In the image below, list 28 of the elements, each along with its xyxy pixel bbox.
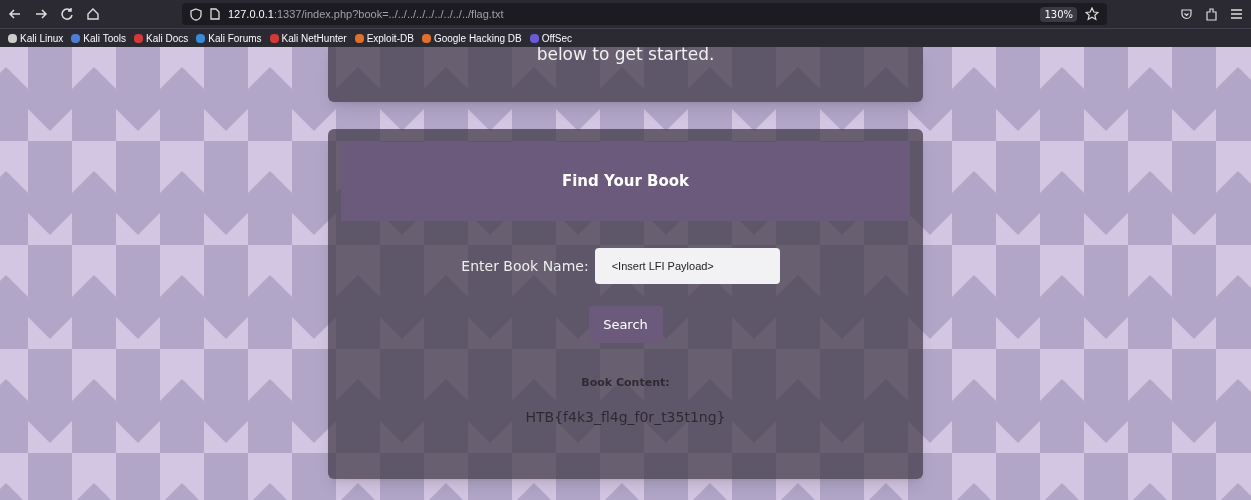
bookmark[interactable]: Kali NetHunter bbox=[269, 30, 347, 46]
bookmark[interactable]: Kali Docs bbox=[134, 30, 189, 46]
book-content: HTB{f4k3_fl4g_f0r_t35t1ng} bbox=[525, 407, 726, 427]
field-label: Enter Book Name: bbox=[461, 256, 589, 276]
book-name-input[interactable]: <Insert LFI Payload> bbox=[594, 248, 780, 284]
home-icon[interactable] bbox=[86, 7, 100, 21]
intro-text: below to get started. bbox=[536, 47, 715, 66]
address-bar[interactable]: 127.0.0.1:1337/index.php?book=../../../../../../../../../flag.txt 130% bbox=[182, 3, 1107, 25]
shield-icon bbox=[190, 7, 202, 21]
star-icon[interactable] bbox=[1085, 7, 1099, 21]
extensions-icon[interactable] bbox=[1205, 7, 1218, 21]
page-icon bbox=[210, 8, 220, 20]
bookmark[interactable]: Exploit-DB bbox=[354, 30, 414, 46]
forward-icon[interactable] bbox=[34, 7, 48, 21]
bookmark[interactable]: Kali Linux bbox=[8, 30, 64, 46]
bookmark[interactable]: OffSec bbox=[529, 30, 573, 46]
zoom-level[interactable]: 130% bbox=[1040, 6, 1077, 22]
bookmark[interactable]: Kali Forums bbox=[196, 30, 262, 46]
card-title: Find Your Book bbox=[561, 171, 690, 193]
menu-icon[interactable] bbox=[1230, 8, 1243, 20]
back-icon[interactable] bbox=[8, 7, 22, 21]
bookmark[interactable]: Google Hacking DB bbox=[421, 30, 522, 46]
bookmark[interactable]: Kali Tools bbox=[71, 30, 126, 46]
reload-icon[interactable] bbox=[60, 7, 74, 21]
pocket-icon[interactable] bbox=[1180, 7, 1193, 21]
url-text: 127.0.0.1:1337/index.php?book=../../../../../../../../../flag.txt bbox=[228, 6, 504, 22]
search-button[interactable]: Search bbox=[588, 306, 663, 343]
content-label: Book Content: bbox=[581, 375, 670, 391]
